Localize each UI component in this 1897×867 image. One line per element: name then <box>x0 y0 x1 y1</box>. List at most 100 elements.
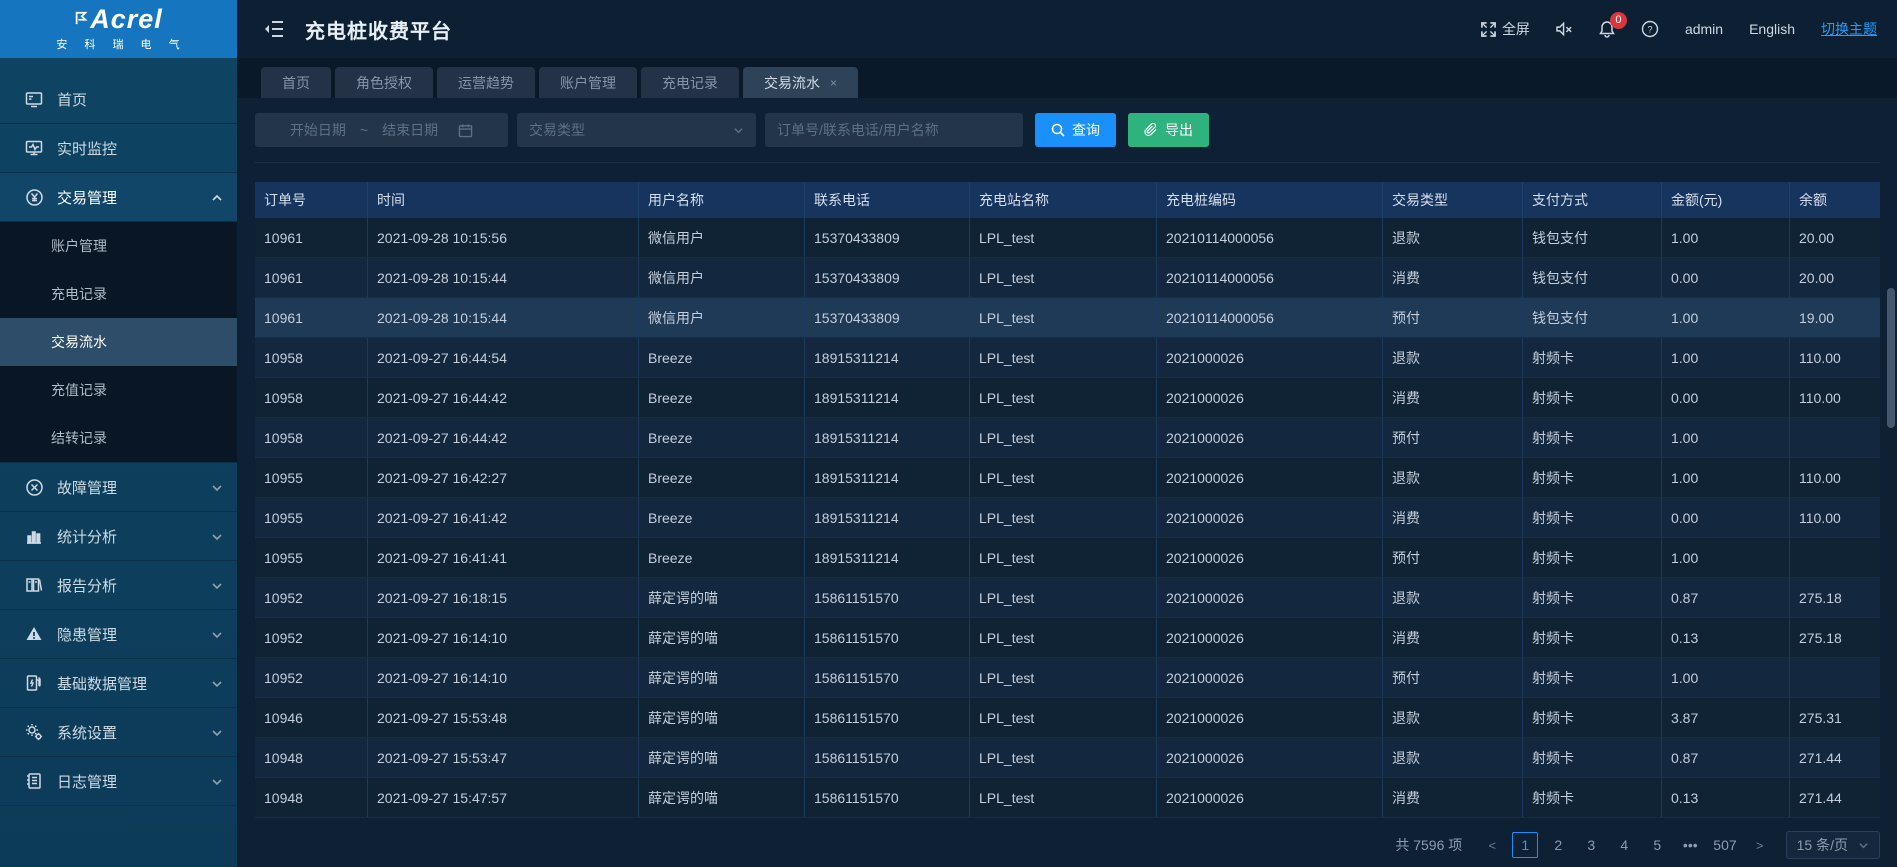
sidebar-subitem-交易流水[interactable]: 交易流水 <box>0 318 237 366</box>
sidebar-item-系统设置[interactable]: 系统设置 <box>0 708 237 757</box>
table-cell: 退款 <box>1383 458 1523 497</box>
table-cell: 18915311214 <box>805 418 970 457</box>
pagination-prev-button[interactable]: < <box>1479 832 1505 858</box>
pagination-page-4[interactable]: 4 <box>1611 832 1637 858</box>
sidebar-item-首页[interactable]: 首页 <box>0 75 237 124</box>
sidebar-item-统计分析[interactable]: 统计分析 <box>0 512 237 561</box>
table-row[interactable]: 109522021-09-27 16:14:10薛定谔的喵15861151570… <box>255 658 1880 698</box>
transaction-type-select[interactable]: 交易类型 <box>517 113 756 147</box>
date-range-picker[interactable]: 开始日期 ~ 结束日期 <box>255 113 508 147</box>
table-cell: 1.00 <box>1662 298 1790 337</box>
fullscreen-button[interactable]: 全屏 <box>1481 19 1530 39</box>
table-cell: 退款 <box>1383 698 1523 737</box>
sidebar-item-label: 首页 <box>57 89 223 110</box>
sidebar-item-交易管理[interactable]: 交易管理 <box>0 173 237 222</box>
sidebar-subitem-充值记录[interactable]: 充值记录 <box>0 366 237 414</box>
tab-首页[interactable]: 首页 <box>261 67 331 98</box>
help-icon: ? <box>1641 20 1659 38</box>
table-cell: 0.00 <box>1662 498 1790 537</box>
vertical-scrollbar[interactable] <box>1887 283 1895 867</box>
table-row[interactable]: 109612021-09-28 10:15:56微信用户15370433809L… <box>255 218 1880 258</box>
sidebar-item-日志管理[interactable]: 日志管理 <box>0 757 237 806</box>
tab-close-icon[interactable]: × <box>830 76 837 90</box>
sidebar-item-隐患管理[interactable]: 隐患管理 <box>0 610 237 659</box>
sidebar-item-报告分析[interactable]: 报告分析 <box>0 561 237 610</box>
pagination-next-button[interactable]: > <box>1747 832 1773 858</box>
table-cell: 预付 <box>1383 418 1523 457</box>
export-button[interactable]: 导出 <box>1128 113 1209 147</box>
pagination-page-5[interactable]: 5 <box>1644 832 1670 858</box>
table-row[interactable]: 109552021-09-27 16:41:41Breeze1891531121… <box>255 538 1880 578</box>
username[interactable]: admin <box>1685 21 1723 37</box>
sidebar-item-故障管理[interactable]: 故障管理 <box>0 463 237 512</box>
table-cell: 2021000026 <box>1157 778 1383 817</box>
sidebar-subitem-充电记录[interactable]: 充电记录 <box>0 270 237 318</box>
table-cell: 18915311214 <box>805 458 970 497</box>
column-header-金额(元): 金额(元) <box>1662 182 1790 218</box>
table-cell: 15370433809 <box>805 298 970 337</box>
table-cell: 钱包支付 <box>1523 298 1662 337</box>
tab-账户管理[interactable]: 账户管理 <box>539 67 637 98</box>
logs-icon <box>24 771 44 791</box>
tab-角色授权[interactable]: 角色授权 <box>335 67 433 98</box>
query-button[interactable]: 查询 <box>1035 113 1116 147</box>
table-cell: 0.00 <box>1662 258 1790 297</box>
chevron-down-icon <box>211 628 223 640</box>
table-row[interactable]: 109522021-09-27 16:18:15薛定谔的喵15861151570… <box>255 578 1880 618</box>
table-row[interactable]: 109552021-09-27 16:41:42Breeze1891531121… <box>255 498 1880 538</box>
table-cell: Breeze <box>639 378 805 417</box>
sidebar-item-实时监控[interactable]: 实时监控 <box>0 124 237 173</box>
pagination-page-2[interactable]: 2 <box>1545 832 1571 858</box>
tab-充电记录[interactable]: 充电记录 <box>641 67 739 98</box>
table-row[interactable]: 109612021-09-28 10:15:44微信用户15370433809L… <box>255 258 1880 298</box>
pagination-page-507[interactable]: 507 <box>1710 832 1739 858</box>
table-row[interactable]: 109482021-09-27 15:53:47薛定谔的喵15861151570… <box>255 738 1880 778</box>
page-title: 充电桩收费平台 <box>305 15 452 44</box>
table-cell: 2021000026 <box>1157 418 1383 457</box>
keyword-search-field <box>765 113 1023 147</box>
table-cell: 10946 <box>255 698 368 737</box>
pagination-ellipsis[interactable]: ••• <box>1677 832 1703 858</box>
notifications-button[interactable]: 0 <box>1599 21 1615 38</box>
table-row[interactable]: 109482021-09-27 15:47:57薛定谔的喵15861151570… <box>255 778 1880 818</box>
scrollbar-thumb[interactable] <box>1887 288 1895 428</box>
menu-fold-icon[interactable] <box>263 18 285 40</box>
tab-运营趋势[interactable]: 运营趋势 <box>437 67 535 98</box>
table-cell: 1.00 <box>1662 418 1790 457</box>
table-cell: Breeze <box>639 458 805 497</box>
tab-交易流水[interactable]: 交易流水× <box>743 67 858 98</box>
language-switch[interactable]: English <box>1749 21 1795 37</box>
table-row[interactable]: 109552021-09-27 16:42:27Breeze1891531121… <box>255 458 1880 498</box>
column-header-时间: 时间 <box>368 182 639 218</box>
table-cell: 2021000026 <box>1157 338 1383 377</box>
table-cell: 1.00 <box>1662 458 1790 497</box>
table-cell: 1.00 <box>1662 338 1790 377</box>
sidebar-item-基础数据管理[interactable]: 基础数据管理 <box>0 659 237 708</box>
table-cell: LPL_test <box>970 658 1157 697</box>
pagination-page-1[interactable]: 1 <box>1512 832 1538 858</box>
table-cell: 275.18 <box>1790 618 1880 657</box>
mute-button[interactable] <box>1556 21 1573 37</box>
help-button[interactable]: ? <box>1641 20 1659 38</box>
table-cell: 0.13 <box>1662 778 1790 817</box>
table-row[interactable]: 109522021-09-27 16:14:10薛定谔的喵15861151570… <box>255 618 1880 658</box>
sidebar-subitem-结转记录[interactable]: 结转记录 <box>0 414 237 462</box>
search-input[interactable] <box>765 122 1023 138</box>
table-row[interactable]: 109612021-09-28 10:15:44微信用户15370433809L… <box>255 298 1880 338</box>
sidebar-subitem-账户管理[interactable]: 账户管理 <box>0 222 237 270</box>
tab-label: 账户管理 <box>560 73 616 93</box>
settings-icon <box>24 722 44 742</box>
table-cell: 预付 <box>1383 538 1523 577</box>
column-header-充电桩编码: 充电桩编码 <box>1157 182 1383 218</box>
table-row[interactable]: 109462021-09-27 15:53:48薛定谔的喵15861151570… <box>255 698 1880 738</box>
table-row[interactable]: 109582021-09-27 16:44:42Breeze1891531121… <box>255 378 1880 418</box>
table-row[interactable]: 109582021-09-27 16:44:42Breeze1891531121… <box>255 418 1880 458</box>
table-cell: LPL_test <box>970 218 1157 257</box>
table-row[interactable]: 109582021-09-27 16:44:54Breeze1891531121… <box>255 338 1880 378</box>
pagination-page-3[interactable]: 3 <box>1578 832 1604 858</box>
theme-switch-link[interactable]: 切换主题 <box>1821 19 1877 39</box>
table-header-row: 订单号时间用户名称联系电话充电站名称充电桩编码交易类型支付方式金额(元)余额 <box>255 182 1880 218</box>
chevron-down-icon <box>733 125 744 136</box>
table-cell: 10958 <box>255 378 368 417</box>
page-size-select[interactable]: 15 条/页 <box>1786 831 1880 859</box>
